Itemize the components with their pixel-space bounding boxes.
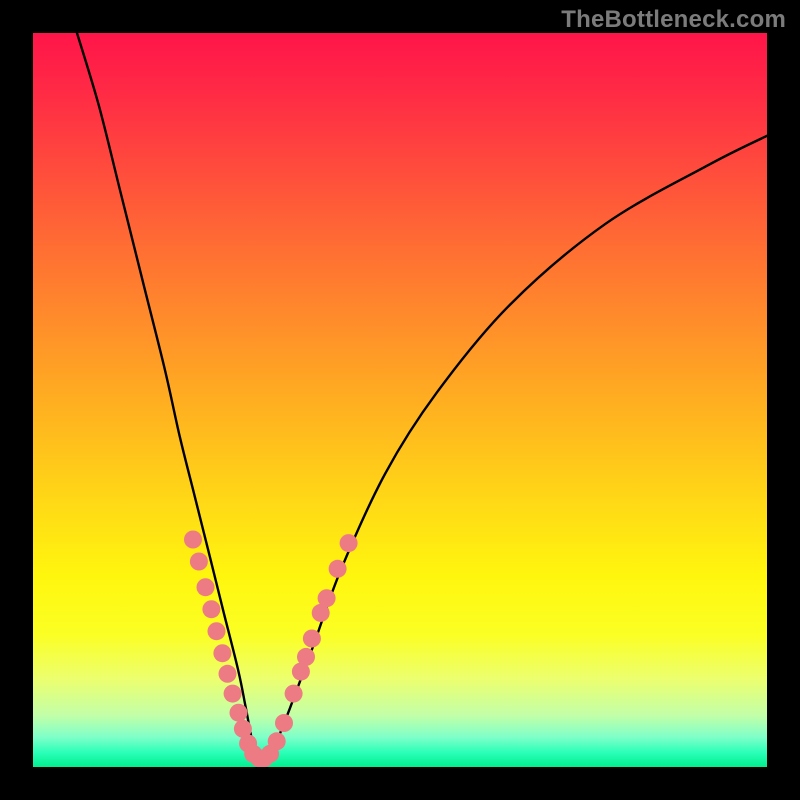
curve-path xyxy=(77,33,767,762)
marker-dot xyxy=(184,531,202,549)
marker-dot xyxy=(219,665,237,683)
marker-dot xyxy=(329,560,347,578)
marker-dot xyxy=(213,644,231,662)
marker-dot xyxy=(190,553,208,571)
marker-dot xyxy=(303,630,321,648)
marker-dot xyxy=(340,534,358,552)
marker-dots-group xyxy=(184,531,358,768)
marker-dot xyxy=(275,714,293,732)
chart-frame: TheBottleneck.com xyxy=(0,0,800,800)
marker-dot xyxy=(230,704,248,722)
chart-svg xyxy=(33,33,767,767)
marker-dot xyxy=(285,685,303,703)
marker-dot xyxy=(197,578,215,596)
marker-dot xyxy=(318,589,336,607)
plot-area xyxy=(33,33,767,767)
marker-dot xyxy=(202,600,220,618)
watermark-text: TheBottleneck.com xyxy=(561,6,786,34)
marker-dot xyxy=(297,648,315,666)
marker-dot xyxy=(268,732,286,750)
marker-dot xyxy=(208,622,226,640)
marker-dot xyxy=(224,685,242,703)
